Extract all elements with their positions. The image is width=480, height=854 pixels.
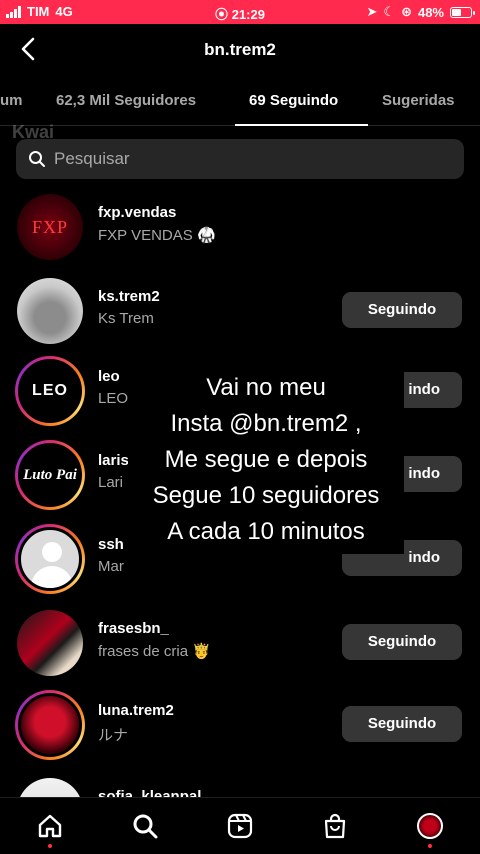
avatar-story-ring[interactable] — [15, 524, 85, 594]
search-input[interactable]: Pesquisar — [16, 139, 464, 179]
nav-reels[interactable] — [224, 810, 256, 842]
page-title: bn.trem2 — [204, 40, 276, 59]
following-button[interactable]: Seguindo — [342, 624, 462, 660]
nav-shop[interactable] — [319, 810, 351, 842]
tab-suggested[interactable]: Sugeridas — [382, 92, 455, 109]
following-button[interactable]: Seguindo — [342, 292, 462, 328]
tab-followers[interactable]: 62,3 Mil Seguidores — [56, 92, 196, 109]
username[interactable]: laris — [98, 452, 129, 469]
status-bar: TIM 4G ⦿ 21:29 ➤ ☾ ⊛ 48% — [0, 0, 480, 24]
full-name: frases de cria 🤴 — [98, 643, 211, 660]
notification-dot — [48, 844, 52, 848]
search-placeholder: Pesquisar — [54, 149, 130, 168]
caption-line: Me segue e depois — [164, 446, 368, 473]
tab-bar: um 62,3 Mil Seguidores 69 Seguindo Suger… — [0, 80, 480, 126]
active-tab-indicator — [235, 124, 368, 126]
avatar-story-ring[interactable]: Luto Pai — [15, 440, 85, 510]
location-icon: ➤ — [366, 4, 378, 19]
username[interactable]: fxp.vendas — [98, 204, 176, 221]
avatar-story-ring[interactable] — [15, 690, 85, 760]
recording-icon: ⦿ — [215, 7, 229, 22]
full-name: Lari — [98, 474, 124, 491]
nav-home[interactable] — [34, 810, 66, 848]
list-item[interactable]: FXP fxp.vendas FXP VENDAS 🥋 — [0, 192, 480, 268]
nav-profile[interactable] — [414, 810, 446, 848]
full-name: Ks Trem — [98, 310, 154, 327]
avatar[interactable]: FXP — [15, 192, 85, 262]
moon-icon: ☾ — [383, 4, 396, 19]
avatar[interactable] — [15, 608, 85, 678]
caption-line: Vai no meu — [206, 374, 326, 401]
caption-line: Segue 10 seguidores — [152, 482, 380, 509]
shopping-bag-icon — [324, 813, 346, 839]
notification-dot — [428, 844, 432, 848]
caption-line: Insta @bn.trem2 , — [170, 410, 362, 437]
full-name: LEO — [98, 390, 129, 407]
list-item[interactable]: ks.trem2 Ks Trem Seguindo — [0, 276, 480, 352]
header: bn.trem2 — [0, 24, 480, 74]
username[interactable]: leo — [98, 368, 120, 385]
avatar-story-ring[interactable]: LEO — [15, 356, 85, 426]
search-icon — [133, 814, 158, 839]
home-icon — [38, 814, 62, 838]
avatar[interactable] — [15, 276, 85, 346]
avatar-logo-text: FXP — [31, 216, 69, 237]
video-caption-overlay: Vai no meu Insta @bn.trem2 , Me segue e … — [128, 366, 404, 554]
avatar — [417, 813, 443, 839]
list-item[interactable]: luna.trem2 ルナ Seguindo — [0, 690, 480, 766]
avatar-logo-text: Luto Pai — [23, 466, 77, 483]
list-item[interactable]: frasesbn_ frases de cria 🤴 Seguindo — [0, 608, 480, 684]
bottom-nav — [0, 797, 480, 854]
search-icon — [29, 151, 45, 167]
reels-icon — [227, 813, 253, 839]
nav-search[interactable] — [129, 810, 161, 842]
battery-percent: 48% — [417, 4, 444, 20]
avatar-logo-text: LEO — [32, 382, 68, 399]
full-name: FXP VENDAS 🥋 — [98, 227, 216, 244]
tab-partial[interactable]: um — [0, 92, 23, 109]
clock: 21:29 — [231, 7, 265, 22]
full-name: ルナ — [98, 727, 129, 744]
username[interactable]: luna.trem2 — [98, 702, 174, 719]
caption-line: A cada 10 minutos — [167, 518, 365, 545]
username[interactable]: frasesbn_ — [98, 620, 169, 637]
full-name: Mar — [98, 558, 124, 575]
tab-following[interactable]: 69 Seguindo — [249, 92, 338, 109]
following-button[interactable]: Seguindo — [342, 706, 462, 742]
username[interactable]: ssh — [98, 536, 124, 553]
battery-icon — [450, 6, 475, 18]
username[interactable]: ks.trem2 — [98, 288, 160, 305]
lock-rotation-icon: ⊛ — [401, 4, 412, 19]
